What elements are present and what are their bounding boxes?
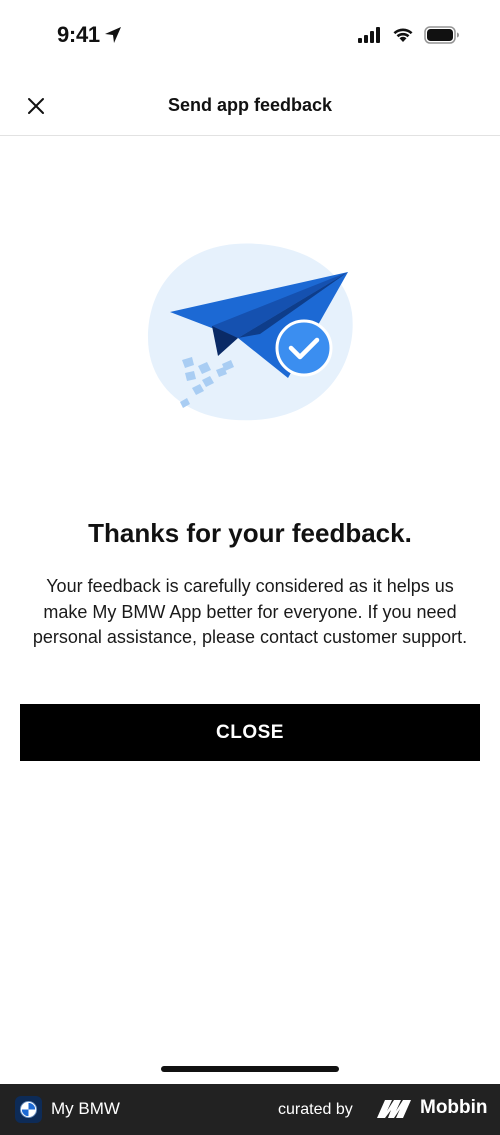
footer-curated-by: curated by	[278, 1101, 353, 1118]
location-arrow-icon	[104, 27, 121, 43]
status-time: 9:41	[57, 22, 122, 48]
close-button[interactable]: CLOSE	[20, 704, 480, 761]
footer: My BMW curated by Mobbin	[0, 1084, 500, 1135]
cellular-signal-icon	[358, 27, 380, 43]
nav-bar: Send app feedback	[0, 78, 500, 136]
status-icons	[358, 26, 460, 44]
body-text: Your feedback is carefully considered as…	[32, 576, 468, 647]
heading: Thanks for your feedback.	[88, 518, 412, 548]
status-bar: 9:41	[0, 0, 500, 72]
bmw-app-icon	[15, 1096, 42, 1123]
status-time-text: 9:41	[57, 22, 100, 47]
footer-brand: Mobbin	[420, 1097, 488, 1118]
home-indicator	[161, 1066, 339, 1072]
paper-plane-check-illustration	[140, 238, 360, 428]
wifi-icon	[393, 28, 413, 42]
battery-icon	[424, 26, 459, 44]
mobbin-logo-icon	[377, 1100, 411, 1118]
footer-app-name: My BMW	[51, 1099, 120, 1118]
page-title: Send app feedback	[167, 95, 333, 115]
